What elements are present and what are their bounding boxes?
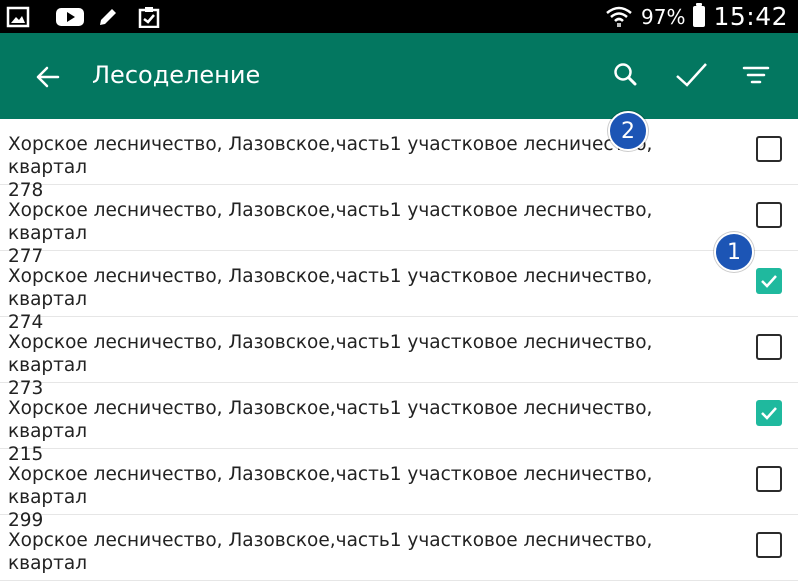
list-item-text: Хорское лесничество, Лазовское,часть1 уч…	[8, 530, 653, 574]
pencil-icon	[100, 9, 116, 25]
back-arrow-icon[interactable]	[26, 55, 70, 99]
battery-icon	[693, 3, 706, 27]
forest-division-list: Хорское лесничество, Лазовское,часть1 уч…	[0, 119, 798, 581]
step-badge-1: 1	[714, 232, 754, 272]
list-item[interactable]: Хорское лесничество, Лазовское,часть1 уч…	[0, 251, 798, 333]
check-icon	[761, 407, 777, 420]
status-bar: 97% 15:42	[0, 0, 798, 33]
clock: 15:42	[713, 2, 788, 31]
checkbox[interactable]	[756, 136, 782, 162]
list-item[interactable]: Хорское лесничество, Лазовское,часть1 уч…	[0, 185, 798, 267]
checkmark-icon[interactable]	[669, 53, 713, 97]
checkbox[interactable]	[756, 334, 782, 360]
filter-icon[interactable]	[734, 53, 778, 97]
app-toolbar: Лесоделение	[0, 33, 798, 119]
checkbox[interactable]	[756, 466, 782, 492]
list-item[interactable]: Хорское лесничество, Лазовское,часть1 уч…	[0, 515, 798, 581]
clipboard-check-icon	[138, 7, 160, 28]
page-title: Лесоделение	[92, 61, 261, 89]
step-badge-2: 2	[608, 111, 648, 151]
checkbox-checked[interactable]	[756, 268, 782, 294]
checkbox[interactable]	[756, 202, 782, 228]
list-item[interactable]: Хорское лесничество, Лазовское,часть1 уч…	[0, 119, 798, 201]
checkbox-checked[interactable]	[756, 400, 782, 426]
check-icon	[761, 275, 777, 288]
search-icon[interactable]	[604, 53, 648, 97]
list-item[interactable]: Хорское лесничество, Лазовское,часть1 уч…	[0, 317, 798, 399]
list-item[interactable]: Хорское лесничество, Лазовское,часть1 уч…	[0, 449, 798, 531]
youtube-icon	[56, 8, 84, 26]
list-item[interactable]: Хорское лесничество, Лазовское,часть1 уч…	[0, 383, 798, 465]
wifi-icon	[606, 6, 632, 27]
battery-percent: 97%	[641, 4, 686, 29]
checkbox[interactable]	[756, 532, 782, 558]
gallery-icon	[6, 6, 30, 28]
